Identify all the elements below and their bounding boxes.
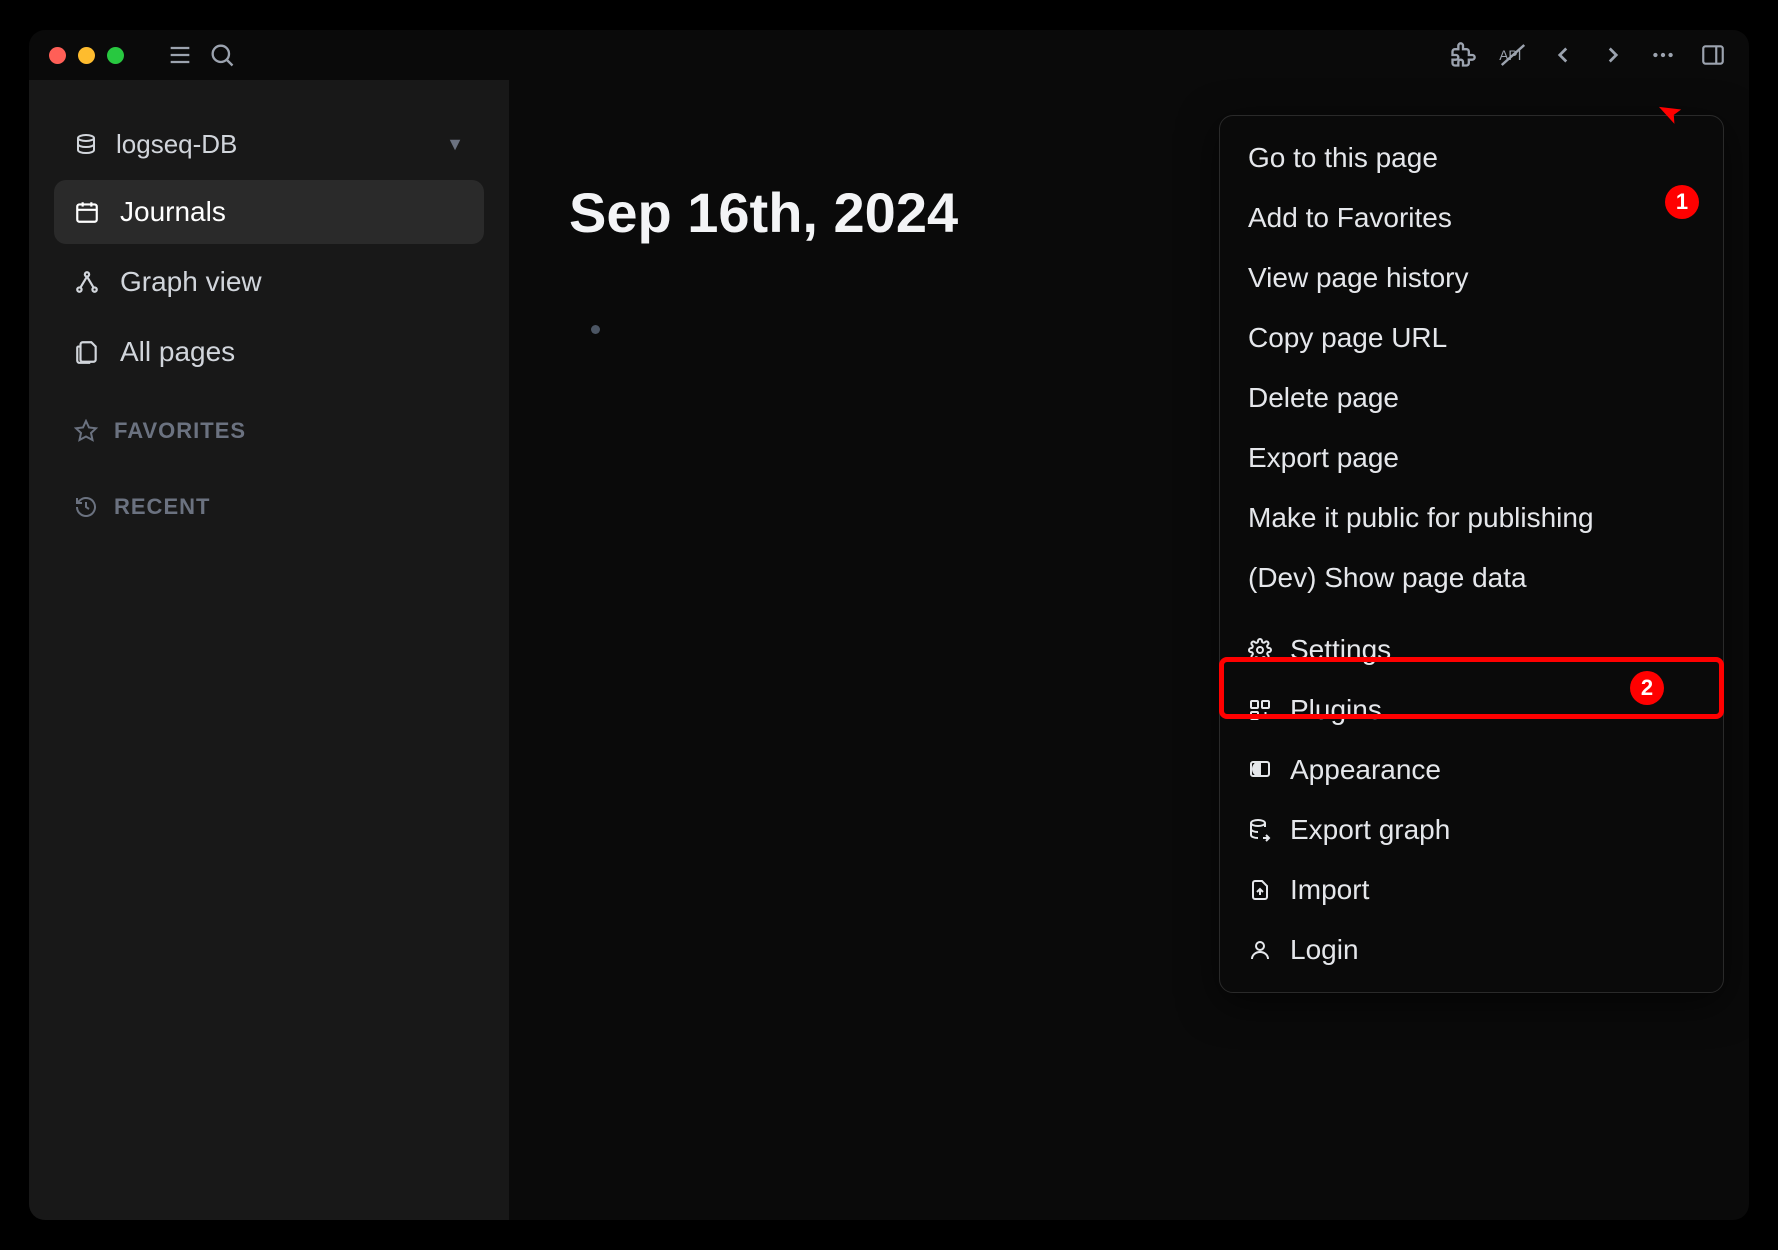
menu-export-graph[interactable]: Export graph bbox=[1220, 800, 1723, 860]
sidebar-item-all-pages[interactable]: All pages bbox=[54, 320, 484, 384]
menu-go-to-page[interactable]: Go to this page bbox=[1220, 128, 1723, 188]
search-button[interactable] bbox=[206, 39, 238, 71]
menu-login[interactable]: Login bbox=[1220, 920, 1723, 980]
gear-icon bbox=[1248, 638, 1272, 662]
section-label: RECENT bbox=[114, 494, 210, 520]
grid-add-icon bbox=[1248, 698, 1272, 722]
window-maximize-button[interactable] bbox=[107, 47, 124, 64]
menu-delete-page[interactable]: Delete page bbox=[1220, 368, 1723, 428]
menu-view-history[interactable]: View page history bbox=[1220, 248, 1723, 308]
menu-add-favorites[interactable]: Add to Favorites bbox=[1220, 188, 1723, 248]
user-icon bbox=[1248, 938, 1272, 962]
traffic-lights bbox=[49, 47, 124, 64]
sidebar-item-label: All pages bbox=[120, 336, 235, 368]
sidebar-item-label: Journals bbox=[120, 196, 226, 228]
menu-dev-page-data[interactable]: (Dev) Show page data bbox=[1220, 548, 1723, 608]
sidebar-item-graph-view[interactable]: Graph view bbox=[54, 250, 484, 314]
app-window: API logseq-DB ▼ Jour bbox=[29, 30, 1749, 1220]
sidebar-item-label: Graph view bbox=[120, 266, 262, 298]
menu-appearance[interactable]: Appearance bbox=[1220, 740, 1723, 800]
appearance-icon bbox=[1248, 758, 1272, 782]
sidebar-item-journals[interactable]: Journals bbox=[54, 180, 484, 244]
menu-settings[interactable]: Settings bbox=[1220, 620, 1723, 680]
pages-icon bbox=[74, 339, 100, 365]
calendar-icon bbox=[74, 199, 100, 225]
more-dropdown-menu: Go to this page Add to Favorites View pa… bbox=[1219, 115, 1724, 993]
sidebar-section-recent[interactable]: RECENT bbox=[54, 478, 484, 536]
file-import-icon bbox=[1248, 878, 1272, 902]
plugins-icon[interactable] bbox=[1447, 39, 1479, 71]
graph-name: logseq-DB bbox=[116, 129, 237, 160]
graph-icon bbox=[74, 269, 100, 295]
sidebar-section-favorites[interactable]: FAVORITES bbox=[54, 402, 484, 460]
empty-block-bullet[interactable] bbox=[591, 325, 600, 334]
chevron-down-icon: ▼ bbox=[446, 134, 464, 155]
star-icon bbox=[74, 419, 98, 443]
history-icon bbox=[74, 495, 98, 519]
titlebar: API bbox=[29, 30, 1749, 80]
menu-export-page[interactable]: Export page bbox=[1220, 428, 1723, 488]
menu-copy-url[interactable]: Copy page URL bbox=[1220, 308, 1723, 368]
window-minimize-button[interactable] bbox=[78, 47, 95, 64]
left-sidebar: logseq-DB ▼ Journals Graph view All page… bbox=[29, 80, 509, 1220]
menu-plugins[interactable]: Plugins bbox=[1220, 680, 1723, 740]
menu-toggle-button[interactable] bbox=[164, 39, 196, 71]
menu-make-public[interactable]: Make it public for publishing bbox=[1220, 488, 1723, 548]
api-disabled-icon[interactable]: API bbox=[1497, 39, 1529, 71]
window-close-button[interactable] bbox=[49, 47, 66, 64]
database-icon bbox=[74, 133, 98, 157]
more-menu-button[interactable] bbox=[1647, 39, 1679, 71]
graph-selector[interactable]: logseq-DB ▼ bbox=[54, 115, 484, 174]
right-sidebar-toggle-button[interactable] bbox=[1697, 39, 1729, 71]
section-label: FAVORITES bbox=[114, 418, 246, 444]
database-export-icon bbox=[1248, 818, 1272, 842]
menu-import[interactable]: Import bbox=[1220, 860, 1723, 920]
nav-forward-button[interactable] bbox=[1597, 39, 1629, 71]
nav-back-button[interactable] bbox=[1547, 39, 1579, 71]
